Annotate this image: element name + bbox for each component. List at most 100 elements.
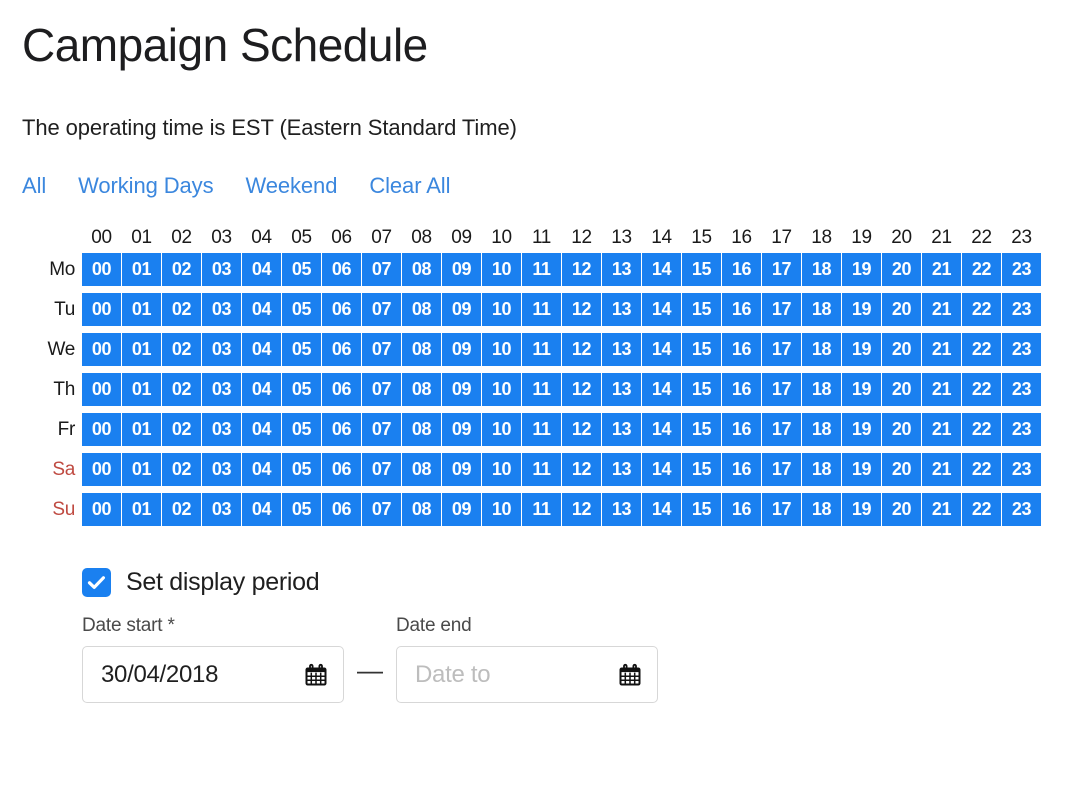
hour-cell-we-15[interactable]: 15 [682, 333, 721, 366]
calendar-icon[interactable] [304, 663, 328, 687]
hour-cell-su-15[interactable]: 15 [682, 493, 721, 526]
hour-cell-su-06[interactable]: 06 [322, 493, 361, 526]
hour-cell-fr-11[interactable]: 11 [522, 413, 561, 446]
hour-cell-su-17[interactable]: 17 [762, 493, 801, 526]
hour-cell-tu-04[interactable]: 04 [242, 293, 281, 326]
hour-cell-mo-13[interactable]: 13 [602, 253, 641, 286]
day-label-tu[interactable]: Tu [24, 299, 82, 321]
hour-cell-th-19[interactable]: 19 [842, 373, 881, 406]
hour-cell-mo-11[interactable]: 11 [522, 253, 561, 286]
hour-cell-tu-23[interactable]: 23 [1002, 293, 1041, 326]
hour-cell-fr-08[interactable]: 08 [402, 413, 441, 446]
hour-cell-fr-10[interactable]: 10 [482, 413, 521, 446]
hour-cell-th-20[interactable]: 20 [882, 373, 921, 406]
hour-cell-we-01[interactable]: 01 [122, 333, 161, 366]
hour-cell-sa-16[interactable]: 16 [722, 453, 761, 486]
quick-link-all[interactable]: All [22, 173, 46, 199]
day-label-th[interactable]: Th [24, 379, 82, 401]
hour-cell-sa-14[interactable]: 14 [642, 453, 681, 486]
hour-cell-su-04[interactable]: 04 [242, 493, 281, 526]
hour-cell-th-06[interactable]: 06 [322, 373, 361, 406]
hour-cell-su-08[interactable]: 08 [402, 493, 441, 526]
hour-cell-su-20[interactable]: 20 [882, 493, 921, 526]
day-label-su[interactable]: Su [24, 499, 82, 521]
hour-cell-th-15[interactable]: 15 [682, 373, 721, 406]
hour-cell-su-22[interactable]: 22 [962, 493, 1001, 526]
hour-cell-mo-20[interactable]: 20 [882, 253, 921, 286]
hour-cell-su-02[interactable]: 02 [162, 493, 201, 526]
hour-cell-fr-15[interactable]: 15 [682, 413, 721, 446]
set-display-period-row[interactable]: Set display period [82, 568, 1066, 597]
hour-cell-th-17[interactable]: 17 [762, 373, 801, 406]
hour-cell-we-13[interactable]: 13 [602, 333, 641, 366]
hour-cell-sa-10[interactable]: 10 [482, 453, 521, 486]
hour-cell-fr-22[interactable]: 22 [962, 413, 1001, 446]
day-label-mo[interactable]: Mo [24, 259, 82, 281]
hour-cell-we-12[interactable]: 12 [562, 333, 601, 366]
hour-cell-mo-12[interactable]: 12 [562, 253, 601, 286]
hour-cell-tu-03[interactable]: 03 [202, 293, 241, 326]
hour-cell-mo-09[interactable]: 09 [442, 253, 481, 286]
hour-cell-tu-20[interactable]: 20 [882, 293, 921, 326]
hour-cell-we-18[interactable]: 18 [802, 333, 841, 366]
hour-cell-we-10[interactable]: 10 [482, 333, 521, 366]
hour-cell-th-11[interactable]: 11 [522, 373, 561, 406]
hour-cell-fr-13[interactable]: 13 [602, 413, 641, 446]
hour-cell-sa-00[interactable]: 00 [82, 453, 121, 486]
hour-cell-sa-03[interactable]: 03 [202, 453, 241, 486]
hour-cell-mo-14[interactable]: 14 [642, 253, 681, 286]
hour-cell-su-13[interactable]: 13 [602, 493, 641, 526]
hour-cell-we-00[interactable]: 00 [82, 333, 121, 366]
hour-cell-su-14[interactable]: 14 [642, 493, 681, 526]
hour-cell-fr-01[interactable]: 01 [122, 413, 161, 446]
hour-cell-fr-19[interactable]: 19 [842, 413, 881, 446]
hour-cell-mo-01[interactable]: 01 [122, 253, 161, 286]
hour-cell-tu-12[interactable]: 12 [562, 293, 601, 326]
hour-cell-we-21[interactable]: 21 [922, 333, 961, 366]
hour-cell-sa-02[interactable]: 02 [162, 453, 201, 486]
hour-cell-sa-23[interactable]: 23 [1002, 453, 1041, 486]
hour-cell-we-11[interactable]: 11 [522, 333, 561, 366]
hour-cell-sa-07[interactable]: 07 [362, 453, 401, 486]
hour-cell-tu-21[interactable]: 21 [922, 293, 961, 326]
hour-cell-we-08[interactable]: 08 [402, 333, 441, 366]
hour-cell-sa-19[interactable]: 19 [842, 453, 881, 486]
hour-cell-tu-08[interactable]: 08 [402, 293, 441, 326]
hour-cell-sa-08[interactable]: 08 [402, 453, 441, 486]
hour-cell-we-06[interactable]: 06 [322, 333, 361, 366]
day-label-we[interactable]: We [24, 339, 82, 361]
hour-cell-tu-17[interactable]: 17 [762, 293, 801, 326]
hour-cell-su-19[interactable]: 19 [842, 493, 881, 526]
hour-cell-th-23[interactable]: 23 [1002, 373, 1041, 406]
quick-link-weekend[interactable]: Weekend [245, 173, 337, 199]
hour-cell-sa-17[interactable]: 17 [762, 453, 801, 486]
hour-cell-mo-16[interactable]: 16 [722, 253, 761, 286]
hour-cell-fr-03[interactable]: 03 [202, 413, 241, 446]
day-label-fr[interactable]: Fr [24, 419, 82, 441]
hour-cell-tu-09[interactable]: 09 [442, 293, 481, 326]
hour-cell-su-21[interactable]: 21 [922, 493, 961, 526]
hour-cell-tu-22[interactable]: 22 [962, 293, 1001, 326]
hour-cell-sa-20[interactable]: 20 [882, 453, 921, 486]
hour-cell-mo-23[interactable]: 23 [1002, 253, 1041, 286]
hour-cell-th-10[interactable]: 10 [482, 373, 521, 406]
hour-cell-th-09[interactable]: 09 [442, 373, 481, 406]
hour-cell-we-07[interactable]: 07 [362, 333, 401, 366]
hour-cell-tu-16[interactable]: 16 [722, 293, 761, 326]
hour-cell-su-10[interactable]: 10 [482, 493, 521, 526]
hour-cell-mo-10[interactable]: 10 [482, 253, 521, 286]
quick-link-working-days[interactable]: Working Days [78, 173, 213, 199]
hour-cell-th-07[interactable]: 07 [362, 373, 401, 406]
hour-cell-sa-22[interactable]: 22 [962, 453, 1001, 486]
hour-cell-fr-04[interactable]: 04 [242, 413, 281, 446]
hour-cell-mo-21[interactable]: 21 [922, 253, 961, 286]
hour-cell-we-16[interactable]: 16 [722, 333, 761, 366]
hour-cell-tu-07[interactable]: 07 [362, 293, 401, 326]
hour-cell-sa-09[interactable]: 09 [442, 453, 481, 486]
hour-cell-th-16[interactable]: 16 [722, 373, 761, 406]
hour-cell-fr-00[interactable]: 00 [82, 413, 121, 446]
hour-cell-th-14[interactable]: 14 [642, 373, 681, 406]
hour-cell-mo-07[interactable]: 07 [362, 253, 401, 286]
hour-cell-th-04[interactable]: 04 [242, 373, 281, 406]
hour-cell-su-18[interactable]: 18 [802, 493, 841, 526]
